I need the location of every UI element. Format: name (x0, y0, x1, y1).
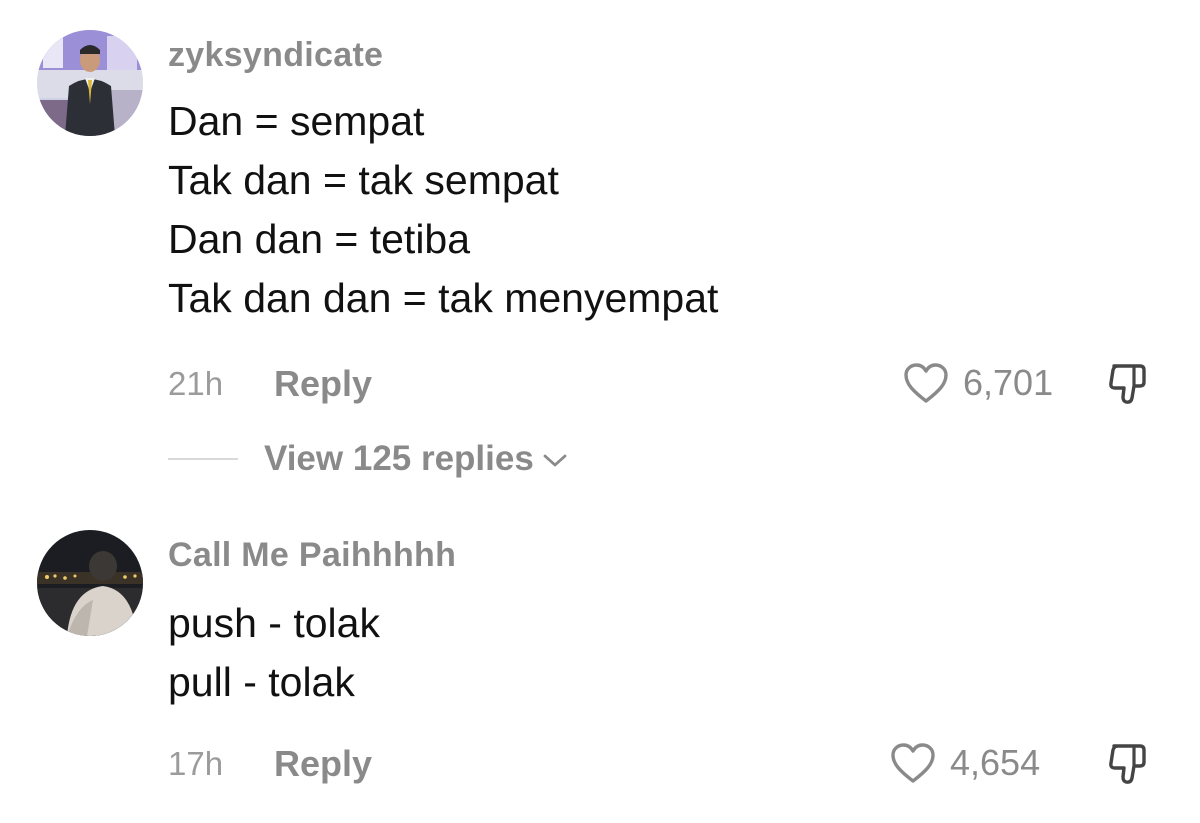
reply-button[interactable]: Reply (274, 743, 372, 785)
timestamp: 21h (168, 365, 224, 402)
night-silhouette-photo (37, 530, 143, 636)
view-replies-label: View 125 replies (264, 439, 534, 478)
like-button[interactable]: 4,654 (890, 738, 1040, 788)
comment-item: zyksyndicate Dan = sempat Tak dan = tak … (0, 0, 1200, 500)
comment-line: Dan = sempat (168, 98, 425, 144)
comment-text: Dan = sempat Tak dan = tak sempat Dan da… (168, 92, 718, 328)
comment-item: Call Me Paihhhhh push - tolak pull - tol… (0, 500, 1200, 823)
avatar[interactable] (37, 30, 143, 136)
dislike-button[interactable] (1104, 360, 1152, 413)
reply-button[interactable]: Reply (274, 363, 372, 405)
thumbs-down-icon (1109, 744, 1146, 784)
comment-line: pull - tolak (168, 659, 355, 705)
dislike-button[interactable] (1104, 740, 1152, 793)
avatar[interactable] (37, 530, 143, 636)
comment-meta: 17h Reply 4,654 (168, 738, 1200, 788)
divider (168, 458, 238, 460)
username[interactable]: Call Me Paihhhhh (168, 536, 456, 575)
username[interactable]: zyksyndicate (168, 36, 383, 75)
heart-outline-icon (904, 363, 948, 403)
heart-outline-icon (891, 743, 935, 783)
comment-line: Dan dan = tetiba (168, 216, 471, 262)
comment-line: Tak dan dan = tak menyempat (168, 275, 719, 321)
timestamp: 17h (168, 745, 224, 782)
view-replies-button[interactable]: View 125 replies (168, 437, 568, 481)
comment-line: Tak dan = tak sempat (168, 157, 559, 203)
thumbs-down-icon (1109, 364, 1146, 404)
chevron-down-icon (543, 454, 567, 467)
like-count: 4,654 (950, 742, 1041, 783)
like-button[interactable]: 6,701 (903, 358, 1053, 408)
comment-line: push - tolak (168, 600, 380, 646)
man-in-suit-photo (37, 30, 143, 136)
comment-meta: 21h Reply 6,701 (168, 358, 1200, 408)
like-count: 6,701 (963, 362, 1054, 403)
comment-text: push - tolak pull - tolak (168, 594, 380, 712)
